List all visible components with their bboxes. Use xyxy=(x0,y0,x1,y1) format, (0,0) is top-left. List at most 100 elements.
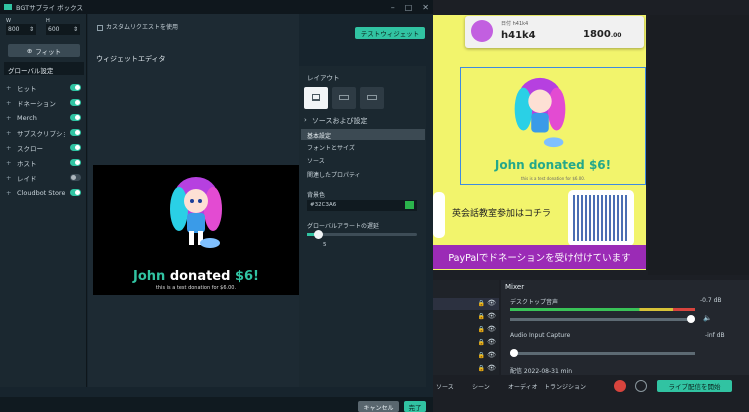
fit-button[interactable]: ⊕ フィット xyxy=(8,44,80,57)
track1-meter xyxy=(510,308,695,311)
plus-icon[interactable]: + xyxy=(6,84,12,92)
scene-row[interactable]: 🔒 👁 xyxy=(433,350,499,362)
color-swatch[interactable] xyxy=(405,201,414,209)
section-header[interactable]: › ソースおよび設定 xyxy=(304,116,367,126)
plus-icon[interactable]: + xyxy=(6,159,12,167)
slider-handle[interactable] xyxy=(314,230,323,239)
toggle-switch[interactable] xyxy=(70,159,81,166)
delay-slider[interactable] xyxy=(307,230,417,239)
tab-source[interactable]: ソース xyxy=(307,156,325,165)
counter-number: 1800 xyxy=(583,29,611,40)
height-value[interactable]: 600 xyxy=(48,26,59,33)
record-button[interactable] xyxy=(614,380,626,392)
toggle-switch[interactable] xyxy=(70,84,81,91)
tab-properties[interactable]: 関連したプロパティ xyxy=(307,170,361,179)
track1-slider[interactable] xyxy=(510,315,695,323)
scene-row[interactable]: 🔒 👁 xyxy=(433,298,499,310)
settings-item[interactable]: + レイド xyxy=(0,170,87,185)
toggle-switch[interactable] xyxy=(70,129,81,136)
height-stepper[interactable]: H 600 ⇕ xyxy=(46,18,80,38)
lock-icon[interactable]: 🔒 xyxy=(478,365,485,372)
test-widget-button[interactable]: テストウィジェット xyxy=(355,27,425,39)
toggle-switch[interactable] xyxy=(70,174,81,181)
close-icon[interactable]: ✕ xyxy=(422,3,429,12)
dock-tab[interactable]: トランジション xyxy=(544,382,586,391)
slider-value: 5 xyxy=(323,242,327,248)
plus-icon[interactable]: + xyxy=(6,174,12,182)
layout-label: レイアウト xyxy=(307,74,340,82)
counter-suffix: .00 xyxy=(610,32,622,39)
lock-icon[interactable]: 🔒 xyxy=(478,352,485,359)
settings-icon[interactable] xyxy=(635,380,647,392)
settings-item[interactable]: + スクロー xyxy=(0,140,87,155)
track2-slider[interactable] xyxy=(510,349,695,357)
eye-icon[interactable]: 👁 xyxy=(487,364,496,372)
scene-row[interactable]: 🔒 👁 xyxy=(433,337,499,349)
user-sub: 日付 h41k4 xyxy=(501,21,529,27)
dock-tab[interactable]: シーン xyxy=(472,382,490,391)
layout-option-2[interactable] xyxy=(332,87,356,109)
eye-icon[interactable]: 👁 xyxy=(487,325,496,333)
spin-icon[interactable]: ⇕ xyxy=(29,26,34,33)
tab-basic[interactable]: 基本設定 xyxy=(301,129,425,140)
track1-mute-icon[interactable]: 🔈 xyxy=(703,314,712,322)
minimize-icon[interactable]: – xyxy=(391,3,395,12)
custom-checkbox-row[interactable]: カスタムリクエストを使用 xyxy=(97,24,257,32)
bg-color-field[interactable]: #32C3A6 xyxy=(307,200,417,211)
eye-icon[interactable]: 👁 xyxy=(487,312,496,320)
track2-label: Audio Input Capture xyxy=(510,332,571,339)
qr-code-right xyxy=(568,190,634,246)
dock-tab[interactable]: オーディオ xyxy=(508,382,538,391)
user-card: 日付 h41k4 h41k4 1800.00 xyxy=(465,16,644,48)
track2-handle[interactable] xyxy=(510,349,518,357)
spin-icon[interactable]: ⇕ xyxy=(73,26,78,33)
toggle-switch[interactable] xyxy=(70,114,81,121)
scene-row[interactable]: 🔒 👁 xyxy=(433,363,499,375)
layout-option-1[interactable] xyxy=(304,87,328,109)
width-stepper[interactable]: W 800 ⇕ xyxy=(6,18,36,38)
settings-item[interactable]: + ヒット xyxy=(0,80,87,95)
plus-icon[interactable]: + xyxy=(6,114,12,122)
settings-item-label: ヒット xyxy=(17,84,37,93)
scene-row[interactable]: 🔒 👁 xyxy=(433,311,499,323)
plus-icon[interactable]: + xyxy=(6,99,12,107)
scene-row[interactable]: 🔒 👁 xyxy=(433,324,499,336)
toggle-switch[interactable] xyxy=(70,189,81,196)
plus-icon[interactable]: + xyxy=(6,144,12,152)
lock-icon[interactable]: 🔒 xyxy=(478,313,485,320)
settings-item[interactable]: + ドネーション xyxy=(0,95,87,110)
plus-icon[interactable]: + xyxy=(6,189,12,197)
section-label: ソースおよび設定 xyxy=(311,117,368,125)
dock-tab[interactable]: ソース xyxy=(436,382,454,391)
width-value[interactable]: 800 xyxy=(8,26,19,33)
track3-label: 配信 2022-08-31 min xyxy=(510,368,572,375)
global-settings-item[interactable]: グローバル設定 xyxy=(4,62,84,75)
bg-color-value[interactable]: #32C3A6 xyxy=(310,202,336,209)
plus-icon[interactable]: + xyxy=(6,129,12,137)
mixer-title: Mixer xyxy=(505,283,525,291)
go-live-button[interactable]: ライブ配信を開始 xyxy=(657,380,732,392)
eye-icon[interactable]: 👁 xyxy=(487,338,496,346)
settings-item[interactable]: + Merch xyxy=(0,110,87,125)
settings-item-label: レイド xyxy=(17,174,37,183)
settings-item[interactable]: + Cloudbot Store xyxy=(0,185,87,200)
maximize-icon[interactable]: □ xyxy=(405,3,413,12)
cancel-button[interactable]: キャンセル xyxy=(358,401,399,412)
window-title: BGTサプライ ボックス xyxy=(16,4,83,12)
paypal-banner: PayPalでドネーションを受け付けています xyxy=(433,245,646,269)
checkbox[interactable] xyxy=(97,25,103,31)
settings-item[interactable]: + サブスクリプション xyxy=(0,125,87,140)
alert-subtext: this is a test donation for $6.00. xyxy=(155,285,237,291)
lock-icon[interactable]: 🔒 xyxy=(478,300,485,307)
settings-item[interactable]: + ホスト xyxy=(0,155,87,170)
lock-icon[interactable]: 🔒 xyxy=(478,339,485,346)
lock-icon[interactable]: 🔒 xyxy=(478,326,485,333)
done-button[interactable]: 完了 xyxy=(404,401,426,412)
layout-option-3[interactable] xyxy=(360,87,384,109)
toggle-switch[interactable] xyxy=(70,144,81,151)
eye-icon[interactable]: 👁 xyxy=(487,299,496,307)
track1-handle[interactable] xyxy=(687,315,695,323)
eye-icon[interactable]: 👁 xyxy=(487,351,496,359)
tab-font[interactable]: フォントとサイズ xyxy=(307,143,355,152)
toggle-switch[interactable] xyxy=(70,99,81,106)
